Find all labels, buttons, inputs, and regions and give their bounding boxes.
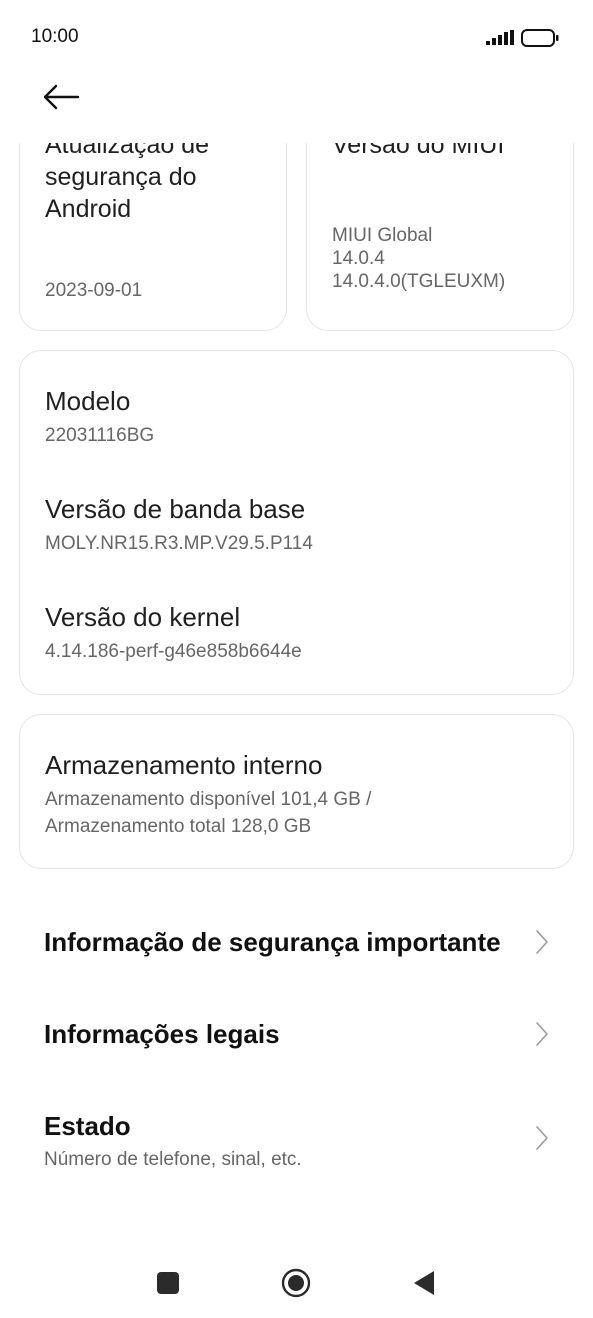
device-info-card: Modelo 22031116BG Versão de banda base M…: [19, 350, 574, 695]
model-label: Modelo: [45, 386, 131, 416]
kernel-value: 4.14.186-perf-g46e858b6644e: [45, 641, 302, 662]
status-subtitle: Número de telefone, sinal, etc.: [44, 1149, 302, 1170]
storage-card[interactable]: Armazenamento interno Armazenamento disp…: [19, 714, 574, 869]
recents-icon[interactable]: [153, 1268, 183, 1298]
baseband-value: MOLY.NR15.R3.MP.V29.5.P114: [45, 533, 313, 554]
chevron-right-icon: [536, 930, 548, 954]
status-bar: 10:00: [0, 0, 593, 76]
settings-scroll-area[interactable]: Atualização de segurança do Android 2023…: [0, 143, 593, 1233]
home-icon[interactable]: [281, 1268, 311, 1298]
back-arrow-icon[interactable]: [42, 82, 80, 112]
security-update-card[interactable]: Atualização de segurança do Android 2023…: [19, 143, 287, 331]
navigation-bar: [0, 1240, 593, 1318]
model-value: 22031116BG: [45, 425, 155, 446]
baseband-label: Versão de banda base: [45, 494, 306, 524]
safety-info-item[interactable]: Informação de segurança importante: [0, 901, 593, 983]
miui-version-label: Versão do MIUI: [332, 143, 505, 159]
security-update-value: 2023-09-01: [45, 280, 143, 301]
chevron-right-icon: [536, 1022, 548, 1046]
storage-value: Armazenamento disponível 101,4 GB / Arma…: [45, 789, 372, 837]
signal-icon: [486, 30, 514, 45]
back-icon[interactable]: [409, 1268, 439, 1298]
miui-version-card[interactable]: Versão do MIUI MIUI Global 14.0.4 14.0.4…: [306, 143, 574, 331]
battery-icon: [521, 29, 559, 47]
legal-info-label: Informações legais: [44, 1019, 280, 1049]
miui-version-value: MIUI Global 14.0.4 14.0.4.0(TGLEUXM): [332, 225, 506, 292]
status-item[interactable]: Estado Número de telefone, sinal, etc.: [0, 1089, 593, 1185]
status-label: Estado: [44, 1111, 131, 1141]
chevron-right-icon: [536, 1126, 548, 1150]
storage-label: Armazenamento interno: [45, 750, 323, 780]
legal-info-item[interactable]: Informações legais: [0, 993, 593, 1075]
safety-info-label: Informação de segurança importante: [44, 927, 501, 957]
kernel-label: Versão do kernel: [45, 602, 241, 632]
security-update-label: Atualização de segurança do Android: [45, 143, 210, 223]
status-time: 10:00: [31, 26, 79, 47]
